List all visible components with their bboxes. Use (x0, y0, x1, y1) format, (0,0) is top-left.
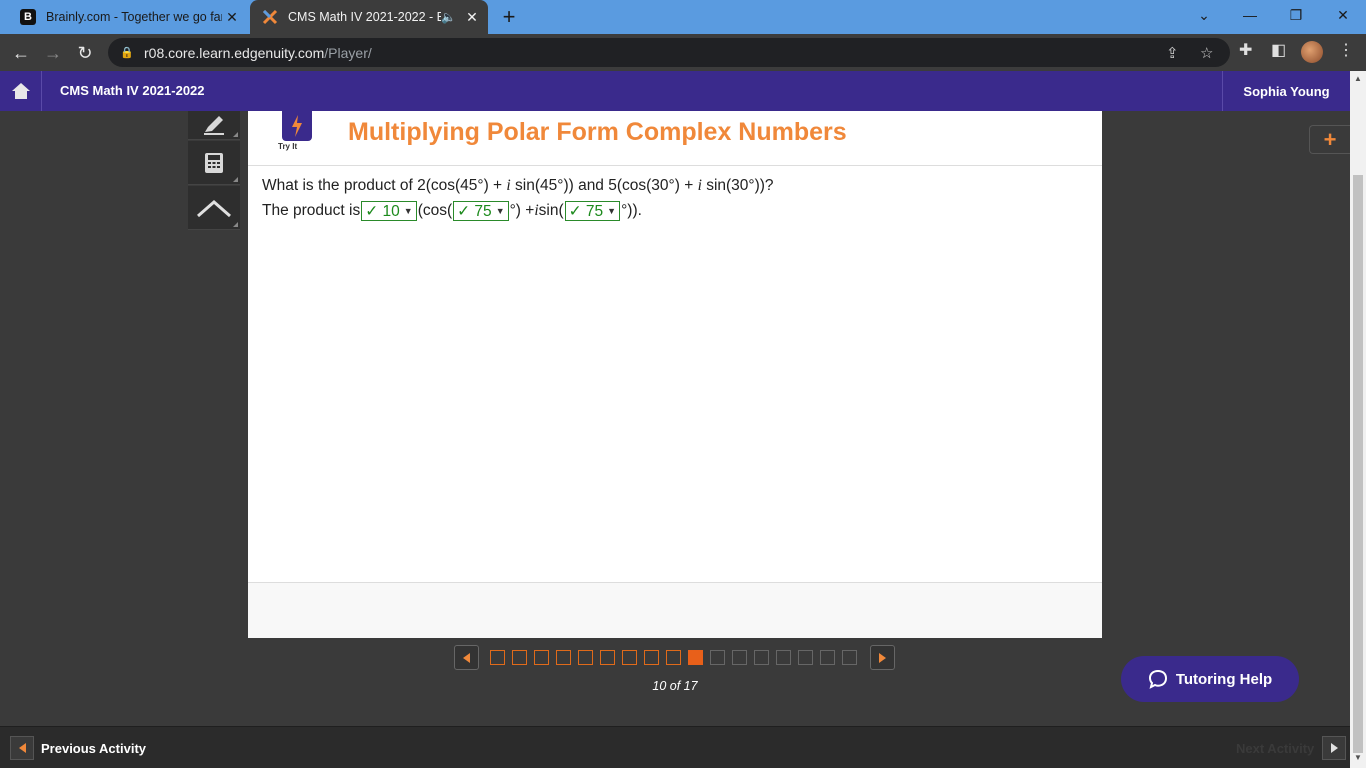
page-indicator-15[interactable] (798, 650, 813, 665)
calculator-tool[interactable] (188, 141, 240, 185)
share-icon[interactable]: ⇪ (1166, 44, 1179, 62)
tab-title: Brainly.com - Together we go far (46, 10, 222, 24)
back-icon[interactable]: ← (8, 40, 34, 66)
page-indicator-8[interactable] (644, 650, 659, 665)
browser-tab-edgenuity[interactable]: CMS Math IV 2021-2022 - Ed 🔈 ✕ (250, 0, 488, 34)
activity-nav-bar: Previous Activity Next Activity (0, 726, 1350, 768)
page-indicator-14[interactable] (776, 650, 791, 665)
scroll-down-icon[interactable]: ▼ (1350, 753, 1366, 762)
chevron-down-icon: ▼ (403, 206, 413, 216)
page-scrollbar[interactable]: ▲ ▼ (1350, 71, 1366, 768)
pencil-tool[interactable] (188, 111, 240, 140)
browser-toolbar: ← → ↻ 🔒 r08.core.learn.edgenuity.com/Pla… (0, 34, 1366, 71)
tab-title: CMS Math IV 2021-2022 - Ed (288, 10, 442, 24)
arrow-right-icon (1322, 736, 1347, 760)
side-panel-icon[interactable]: ◧ (1271, 40, 1286, 60)
activity-type-label: Try It (278, 142, 298, 151)
page-indicator-17[interactable] (842, 650, 857, 665)
tutoring-help-button[interactable]: Tutoring Help (1121, 656, 1299, 702)
chat-bubble-icon (1148, 669, 1167, 689)
close-tab-icon[interactable]: ✕ (462, 9, 482, 26)
question-text: What is the product of 2(cos(45°) + i si… (262, 177, 774, 194)
user-name[interactable]: Sophia Young (1222, 71, 1350, 111)
page-indicator-11[interactable] (710, 650, 725, 665)
restore-icon[interactable]: ❐ (1273, 0, 1319, 30)
forward-icon[interactable]: → (40, 40, 66, 66)
page-indicator-1[interactable] (490, 650, 505, 665)
tab-search-icon[interactable]: ⌄ (1181, 0, 1227, 30)
activity-title: Multiplying Polar Form Complex Numbers (348, 118, 847, 146)
previous-page-button[interactable] (454, 645, 479, 670)
new-tab-button[interactable]: + (496, 4, 522, 30)
next-activity-button[interactable]: Next Activity (1236, 736, 1347, 760)
scroll-top-tool[interactable] (188, 186, 240, 230)
chevron-down-icon: ▼ (607, 206, 617, 216)
previous-activity-button[interactable]: Previous Activity (10, 736, 146, 760)
page-indicator-10[interactable] (688, 650, 703, 665)
page-count-label: 10 of 17 (652, 679, 698, 693)
page-indicator-3[interactable] (534, 650, 549, 665)
address-bar[interactable]: 🔒 r08.core.learn.edgenuity.com/Player/ ⇪… (108, 38, 1230, 67)
scroll-up-icon[interactable]: ▲ (1350, 74, 1366, 83)
activity-footer (248, 582, 1102, 638)
cos-angle-dropdown[interactable]: ✓ 75 ▼ (453, 201, 509, 221)
arrow-left-icon (10, 736, 34, 760)
sin-angle-dropdown[interactable]: ✓ 75 ▼ (564, 201, 621, 221)
scrollbar-thumb[interactable] (1353, 175, 1363, 753)
extensions-puzzle-icon[interactable]: ✚ (1239, 40, 1252, 60)
modulus-dropdown[interactable]: ✓ 10 ▼ (361, 201, 417, 221)
pencil-icon (204, 116, 224, 135)
try-it-badge (282, 111, 312, 141)
arrow-right-icon (879, 652, 886, 663)
course-header: CMS Math IV 2021-2022 Sophia Young (0, 71, 1350, 111)
browser-tab-strip: B Brainly.com - Together we go far ✕ CMS… (0, 0, 1366, 34)
page-indicator-2[interactable] (512, 650, 527, 665)
close-window-icon[interactable]: ✕ (1320, 0, 1366, 30)
activity-header: Try It Multiplying Polar Form Complex Nu… (248, 111, 1102, 166)
page-indicator-9[interactable] (666, 650, 681, 665)
chevron-down-icon: ▼ (495, 206, 505, 216)
audio-playing-icon[interactable]: 🔈 (441, 10, 456, 24)
arrow-left-icon (463, 652, 470, 663)
course-title: CMS Math IV 2021-2022 (60, 83, 205, 98)
page-indicator-4[interactable] (556, 650, 571, 665)
reload-icon[interactable]: ↻ (72, 40, 98, 66)
calculator-icon (205, 152, 223, 173)
lightning-icon (292, 115, 302, 137)
page-indicator-7[interactable] (622, 650, 637, 665)
browser-tab-brainly[interactable]: B Brainly.com - Together we go far ✕ (8, 0, 248, 34)
page-indicator-6[interactable] (600, 650, 615, 665)
lock-icon: 🔒 (120, 47, 134, 59)
menu-kebab-icon[interactable]: ⋮ (1338, 40, 1354, 60)
minimize-icon[interactable]: — (1227, 0, 1273, 30)
url-text: r08.core.learn.edgenuity.com/Player/ (144, 44, 372, 61)
brainly-favicon-icon: B (20, 9, 36, 25)
edgenuity-favicon-icon (262, 9, 278, 25)
page-indicator-12[interactable] (732, 650, 747, 665)
bookmark-star-icon[interactable]: ☆ (1200, 44, 1213, 62)
page-indicator-16[interactable] (820, 650, 835, 665)
next-page-button[interactable] (870, 645, 895, 670)
page-indicator-5[interactable] (578, 650, 593, 665)
add-panel-button[interactable]: + (1309, 125, 1350, 154)
home-icon (11, 83, 30, 99)
home-button[interactable] (0, 71, 42, 111)
plus-icon: + (1323, 126, 1337, 152)
profile-avatar[interactable] (1301, 41, 1323, 63)
caret-up-icon (197, 199, 231, 217)
page-indicator-13[interactable] (754, 650, 769, 665)
answer-line: The product is ✓ 10 ▼ (cos( ✓ 75 ▼ °) + i … (262, 201, 642, 221)
activity-panel: Try It Multiplying Polar Form Complex Nu… (248, 111, 1102, 638)
close-tab-icon[interactable]: ✕ (222, 9, 242, 26)
